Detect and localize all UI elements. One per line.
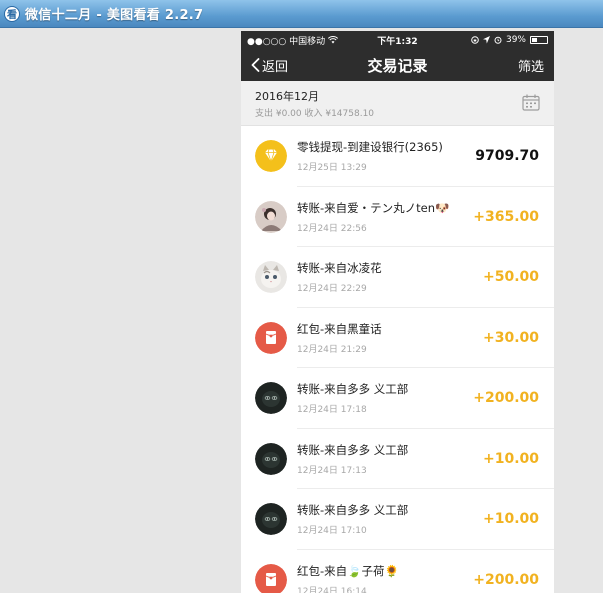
transaction-info: 零钱提现-到建设银行(2365) 12月25日 13:29 (297, 139, 475, 173)
red-packet-icon (255, 563, 287, 593)
transaction-time: 12月24日 22:56 (297, 223, 367, 234)
transaction-amount: 9709.70 (475, 148, 539, 165)
transaction-amount: +365.00 (473, 208, 539, 225)
transaction-info: 转账-来自多多 义工部 12月24日 17:10 (297, 502, 483, 536)
transaction-info: 转账-来自多多 义工部 12月24日 17:13 (297, 442, 483, 476)
transaction-row[interactable]: 红包-来自黑童话 12月24日 21:29 +30.00 (241, 307, 554, 368)
transaction-info: 转账-来自爱・テン丸ノten🐶 12月24日 22:56 (297, 200, 473, 234)
back-button[interactable]: 返回 (251, 56, 288, 75)
transaction-row[interactable]: 转账-来自多多 义工部 12月24日 17:18 +200.00 (241, 368, 554, 429)
transaction-title: 红包-来自🍃子荷🌻 (297, 563, 399, 578)
transaction-row[interactable]: 转账-来自冰凌花 12月24日 22:29 +50.00 (241, 247, 554, 308)
transaction-amount: +200.00 (473, 571, 539, 588)
transaction-amount: +10.00 (482, 450, 539, 467)
transaction-row[interactable]: 红包-来自🍃子荷🌻 12月24日 16:14 +200.00 (241, 549, 554, 593)
transaction-row[interactable]: 零钱提现-到建设银行(2365) 12月25日 13:29 9709.70 (241, 126, 554, 187)
alarm-icon (494, 36, 502, 44)
transaction-title: 转账-来自爱・テン丸ノten🐶 (297, 200, 450, 215)
app-icon: 看 (4, 5, 20, 22)
avatar (255, 382, 287, 415)
month-summary: 支出 ¥0.00 收入 ¥14758.10 (255, 109, 375, 119)
transaction-title: 转账-来自多多 义工部 (297, 382, 409, 397)
lock-rotation-icon (471, 36, 479, 44)
carrier-label: ●●○○○ 中国移动 (247, 36, 326, 47)
window-title-bar: 看 微信十二月 - 美图看看 2.2.7 (0, 0, 603, 28)
location-icon (482, 36, 490, 44)
transaction-time: 12月24日 17:10 (297, 526, 367, 537)
transaction-row[interactable]: 转账-来自多多 义工部 12月24日 17:13 +10.00 (241, 428, 554, 489)
calendar-icon[interactable] (522, 94, 540, 111)
wifi-icon (328, 36, 339, 44)
month-label: 2016年12月 (255, 90, 319, 103)
transaction-info: 红包-来自黑童话 12月24日 21:29 (297, 321, 483, 355)
transaction-title: 转账-来自多多 义工部 (297, 503, 409, 518)
avatar (255, 442, 287, 475)
transaction-row[interactable]: 转账-来自多多 义工部 12月24日 17:10 +10.00 (241, 489, 554, 550)
transaction-title: 红包-来自黑童话 (297, 321, 382, 336)
chevron-left-icon (251, 58, 260, 72)
phone-screen: ●●○○○ 中国移动 下午1:32 39% 返回 交易记录 筛选 2016年12… (241, 31, 554, 593)
red-packet-icon (255, 321, 287, 354)
transaction-time: 12月24日 22:29 (297, 284, 367, 295)
transaction-amount: +200.00 (473, 390, 539, 407)
battery-percent: 39% (505, 35, 526, 45)
transaction-amount: +10.00 (482, 511, 539, 528)
transaction-row[interactable]: 转账-来自爱・テン丸ノten🐶 12月24日 22:56 +365.00 (241, 186, 554, 247)
transaction-title: 零钱提现-到建设银行(2365) (297, 140, 443, 155)
transaction-time: 12月24日 17:13 (297, 465, 367, 476)
transaction-info: 转账-来自冰凌花 12月24日 22:29 (297, 260, 483, 294)
window-title: 微信十二月 - 美图看看 2.2.7 (25, 8, 204, 23)
diamond-icon (255, 140, 287, 173)
transaction-list: 零钱提现-到建设银行(2365) 12月25日 13:29 9709.70 转账-来自… (241, 126, 554, 593)
status-bar: ●●○○○ 中国移动 下午1:32 39% (241, 31, 554, 49)
transaction-time: 12月24日 21:29 (297, 344, 367, 355)
battery-level (532, 38, 538, 42)
avatar (255, 200, 287, 233)
nav-bar: 返回 交易记录 筛选 (241, 49, 554, 81)
month-header: 2016年12月 支出 ¥0.00 收入 ¥14758.10 (241, 81, 554, 126)
transaction-amount: +50.00 (482, 269, 539, 286)
avatar (255, 503, 287, 536)
battery-icon (530, 36, 548, 44)
transaction-amount: +30.00 (482, 329, 539, 346)
transaction-time: 12月25日 13:29 (297, 163, 367, 174)
transaction-time: 12月24日 17:18 (297, 405, 367, 416)
transaction-time: 12月24日 16:14 (297, 586, 367, 593)
transaction-title: 转账-来自多多 义工部 (297, 442, 409, 457)
transaction-info: 红包-来自🍃子荷🌻 12月24日 16:14 (297, 563, 473, 593)
filter-button[interactable]: 筛选 (518, 56, 544, 75)
transaction-info: 转账-来自多多 义工部 12月24日 17:18 (297, 381, 473, 415)
avatar (255, 261, 287, 294)
back-label: 返回 (262, 59, 289, 75)
transaction-title: 转账-来自冰凌花 (297, 261, 382, 276)
